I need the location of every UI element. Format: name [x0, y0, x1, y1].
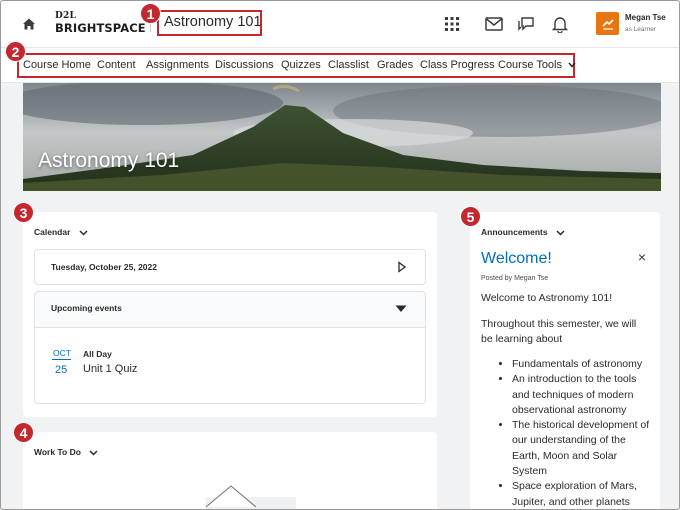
user-role: as Learner	[625, 26, 657, 33]
work-to-do-heading-label: Work To Do	[34, 447, 81, 457]
logo-brightspace: BRIGHTSPACE	[55, 21, 146, 35]
chat-icon[interactable]	[515, 13, 537, 35]
callout-5: 5	[460, 206, 481, 227]
announcement-intro-line-2: be learning about	[481, 333, 563, 345]
avatar[interactable]	[596, 12, 619, 35]
nav-grades[interactable]: Grades	[377, 59, 413, 71]
nav-course-tools-label: Course Tools	[498, 59, 562, 71]
event-time: All Day	[83, 349, 112, 359]
top-header: D2L BRIGHTSPACE Astronomy 101 Megan Tse …	[1, 1, 679, 47]
calendar-date-bar[interactable]: Tuesday, October 25, 2022	[34, 249, 426, 285]
nav-classlist[interactable]: Classlist	[328, 59, 369, 71]
expand-calendar-icon[interactable]	[397, 261, 407, 273]
mountain-landscape-image	[23, 83, 661, 191]
announcement-author: Posted by Megan Tse	[481, 275, 549, 282]
empty-state-illustration	[205, 485, 296, 509]
chevron-down-icon	[568, 62, 576, 68]
calendar-date: Tuesday, October 25, 2022	[51, 262, 157, 272]
upcoming-events-panel: Upcoming events OCT 25 All Day Unit 1 Qu…	[34, 291, 426, 404]
work-to-do-heading[interactable]: Work To Do	[34, 447, 98, 457]
caret-down-icon[interactable]	[395, 305, 407, 313]
logo-d2l: D2L	[55, 11, 76, 21]
mail-icon[interactable]	[483, 13, 505, 35]
waffle-grid-icon[interactable]	[441, 13, 463, 35]
callout-3: 3	[13, 202, 34, 223]
event-date-divider	[52, 359, 71, 360]
chevron-down-icon	[79, 230, 88, 236]
banner-title: Astronomy 101	[38, 149, 180, 172]
list-item: Space exploration of Mars, Jupiter, and …	[512, 479, 651, 509]
chevron-down-icon	[556, 230, 565, 236]
brightspace-logo[interactable]: D2L BRIGHTSPACE	[55, 12, 146, 35]
event-month: OCT	[53, 348, 71, 358]
announcement-greeting: Welcome to Astronomy 101!	[481, 292, 613, 304]
announcements-heading-label: Announcements	[481, 227, 548, 237]
nav-class-progress[interactable]: Class Progress	[420, 59, 495, 71]
nav-course-tools[interactable]: Course Tools	[498, 59, 576, 71]
event-day: 25	[55, 364, 68, 376]
user-name[interactable]: Megan Tse	[625, 13, 666, 22]
announcement-topic-list: Fundamentals of astronomy An introductio…	[501, 357, 651, 509]
upcoming-events-title: Upcoming events	[51, 303, 122, 313]
event-name[interactable]: Unit 1 Quiz	[83, 363, 137, 375]
nav-assignments[interactable]: Assignments	[146, 59, 209, 71]
bell-icon[interactable]	[549, 13, 571, 35]
callout-1: 1	[140, 3, 161, 24]
list-item: An introduction to the tools and techniq…	[512, 372, 651, 418]
announcement-intro-line-1: Throughout this semester, we will	[481, 318, 637, 330]
callout-4: 4	[13, 422, 34, 443]
list-item: The historical development of our unders…	[512, 418, 651, 479]
callout-2: 2	[5, 41, 26, 62]
nav-content[interactable]: Content	[97, 59, 136, 71]
announcement-title[interactable]: Welcome!	[481, 250, 552, 268]
upcoming-events-header[interactable]: Upcoming events	[35, 292, 425, 328]
chevron-down-icon	[89, 450, 98, 456]
home-icon[interactable]	[19, 14, 39, 34]
list-item: Fundamentals of astronomy	[512, 357, 651, 372]
calendar-heading[interactable]: Calendar	[34, 227, 88, 237]
nav-quizzes[interactable]: Quizzes	[281, 59, 321, 71]
course-banner-image: Astronomy 101	[23, 83, 661, 191]
announcements-heading[interactable]: Announcements	[481, 227, 565, 237]
calendar-heading-label: Calendar	[34, 227, 71, 237]
course-title[interactable]: Astronomy 101	[157, 10, 262, 36]
nav-course-home[interactable]: Course Home	[23, 59, 91, 71]
app-window: D2L BRIGHTSPACE Astronomy 101 Megan Tse …	[0, 0, 680, 510]
close-icon[interactable]: ×	[635, 250, 649, 264]
nav-discussions[interactable]: Discussions	[215, 59, 274, 71]
course-navbar: Course Home Content Assignments Discussi…	[1, 47, 679, 83]
